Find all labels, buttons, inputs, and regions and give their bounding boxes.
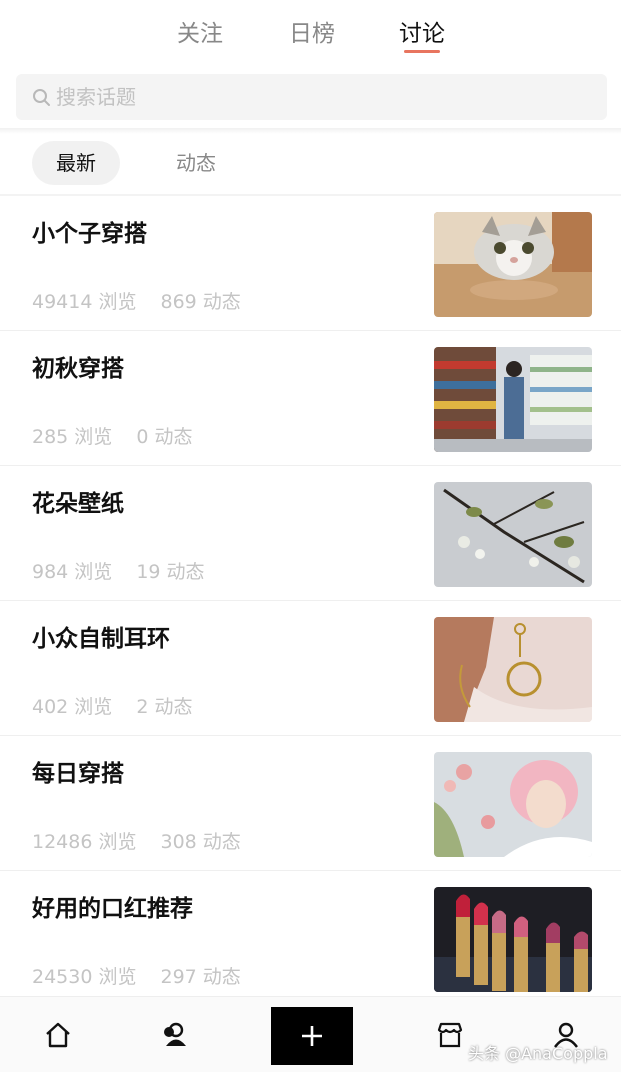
- search-icon: [33, 89, 50, 106]
- topic-views: 12486 浏览: [32, 831, 137, 853]
- sub-tab-latest-label: 最新: [56, 151, 96, 175]
- top-tab-bar: 关注 日榜 讨论: [0, 0, 621, 62]
- topic-posts: 869 动态: [160, 291, 241, 313]
- home-icon: [46, 1022, 70, 1048]
- lipsticks-photo-thumbnail[interactable]: [434, 887, 592, 992]
- watermark: 头条 @AnaCoppla: [468, 1044, 608, 1063]
- topic-row[interactable]: 花朵壁纸 984 浏览 19 动态: [0, 466, 621, 601]
- sub-tab-activity-label: 动态: [176, 151, 216, 175]
- tab-daily-ranking[interactable]: 日榜: [272, 14, 352, 48]
- active-tab-underline: [404, 50, 440, 53]
- pink-hair-portrait-photo-thumbnail[interactable]: [434, 752, 592, 857]
- topic-posts: 308 动态: [160, 831, 241, 853]
- post-button[interactable]: [271, 1007, 353, 1065]
- supermarket-outfit-photo-thumbnail[interactable]: [434, 347, 592, 452]
- topic-title: 好用的口红推荐: [32, 896, 193, 922]
- store-icon: [437, 1022, 463, 1048]
- tab-discussion[interactable]: 讨论: [382, 14, 462, 53]
- gold-earring-photo-thumbnail[interactable]: [434, 617, 592, 722]
- tab-daily-ranking-label: 日榜: [289, 21, 335, 47]
- friends-icon: [164, 1022, 186, 1046]
- nav-friends[interactable]: [144, 997, 204, 1072]
- topic-row[interactable]: 小个子穿搭 49414 浏览 869 动态: [0, 196, 621, 331]
- topic-title: 小众自制耳环: [32, 626, 170, 652]
- search-input[interactable]: [56, 74, 576, 120]
- tab-follow-label: 关注: [177, 21, 223, 47]
- topic-views: 49414 浏览: [32, 291, 137, 313]
- topic-views: 984 浏览: [32, 561, 113, 583]
- topic-posts: 2 动态: [136, 696, 193, 718]
- tab-follow[interactable]: 关注: [160, 14, 240, 48]
- nav-home[interactable]: [28, 997, 88, 1072]
- topic-stats: 49414 浏览 869 动态: [32, 287, 241, 314]
- cat-photo-thumbnail[interactable]: [434, 212, 592, 317]
- topic-posts: 0 动态: [136, 426, 193, 448]
- topic-title: 每日穿搭: [32, 761, 124, 787]
- topic-stats: 24530 浏览 297 动态: [32, 962, 241, 989]
- topic-posts: 19 动态: [136, 561, 205, 583]
- search-bar[interactable]: [16, 74, 607, 120]
- topic-title: 初秋穿搭: [32, 356, 124, 382]
- topic-row[interactable]: 每日穿搭 12486 浏览 308 动态: [0, 736, 621, 871]
- blossom-branch-photo-thumbnail[interactable]: [434, 482, 592, 587]
- topic-title: 花朵壁纸: [32, 491, 124, 517]
- topic-stats: 12486 浏览 308 动态: [32, 827, 241, 854]
- tab-discussion-label: 讨论: [399, 21, 445, 47]
- topic-stats: 984 浏览 19 动态: [32, 557, 205, 584]
- sub-tab-activity[interactable]: 动态: [152, 141, 240, 185]
- topic-stats: 402 浏览 2 动态: [32, 692, 192, 719]
- topic-title: 小个子穿搭: [32, 221, 147, 247]
- topic-views: 24530 浏览: [32, 966, 137, 988]
- topic-views: 285 浏览: [32, 426, 113, 448]
- topic-row[interactable]: 好用的口红推荐 24530 浏览 297 动态: [0, 871, 621, 1006]
- topic-views: 402 浏览: [32, 696, 113, 718]
- topic-posts: 297 动态: [160, 966, 241, 988]
- topic-row[interactable]: 小众自制耳环 402 浏览 2 动态: [0, 601, 621, 736]
- plus-icon: [302, 1026, 322, 1046]
- sub-tab-latest[interactable]: 最新: [32, 141, 120, 185]
- topic-row[interactable]: 初秋穿搭 285 浏览 0 动态: [0, 331, 621, 466]
- sub-tab-bar: 最新 动态: [0, 134, 621, 194]
- topic-stats: 285 浏览 0 动态: [32, 422, 192, 449]
